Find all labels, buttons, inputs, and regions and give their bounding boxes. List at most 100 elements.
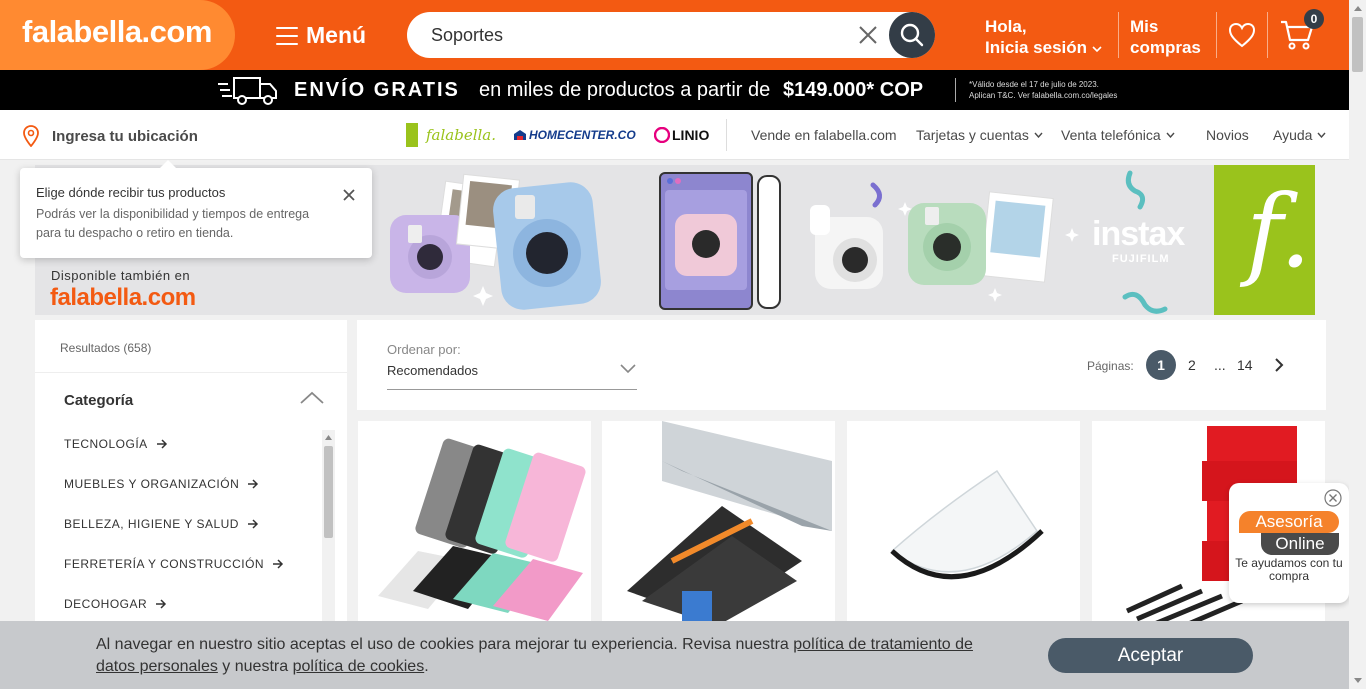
header-divider [1267, 12, 1268, 58]
promo-title: ENVÍO GRATIS [294, 79, 460, 101]
accept-cookies-button[interactable]: Aceptar [1048, 638, 1253, 673]
login-button[interactable]: Hola, Inicia sesión [985, 16, 1102, 58]
login-label: Inicia sesión [985, 37, 1102, 58]
orders-line2: compras [1130, 38, 1201, 57]
filter-divider [35, 372, 347, 373]
category-item[interactable]: FERRETERÍA Y CONSTRUCCIÓN [64, 557, 284, 597]
results-count: Resultados (658) [60, 341, 152, 355]
brand-falabella-label: falabella. [426, 126, 497, 144]
phone-icons-strip [757, 175, 781, 309]
search-bar [407, 12, 935, 58]
falabella-badge: f. [1214, 165, 1315, 315]
page-scrollbar[interactable] [1349, 0, 1366, 689]
arrow-right-icon [156, 599, 167, 609]
subnav-divider [726, 119, 727, 151]
category-list: TECNOLOGÍA MUEBLES Y ORGANIZACIÓN BELLEZ… [64, 437, 284, 637]
brand-linio-label: LINIO [672, 127, 710, 143]
page-1-button[interactable]: 1 [1146, 350, 1176, 380]
chat-title-line1: Asesoría [1239, 511, 1339, 533]
scroll-up-arrow-icon[interactable] [322, 430, 335, 444]
sort-pagination-bar: Ordenar por: Recomendados Páginas: 1 2 .… [357, 320, 1326, 410]
tooltip-title: Elige dónde recibir tus productos [36, 185, 226, 200]
linio-logo-icon [654, 127, 670, 143]
location-selector[interactable]: Ingresa tu ubicación [22, 125, 198, 147]
free-shipping-banner[interactable]: ENVÍO GRATIS en miles de productos a par… [0, 70, 1349, 110]
chevron-up-icon[interactable] [299, 389, 325, 407]
location-label: Ingresa tu ubicación [52, 127, 198, 145]
page-2-button[interactable]: 2 [1188, 357, 1196, 373]
brand-linio-link[interactable]: LINIO [654, 110, 709, 160]
chevron-down-icon [620, 364, 636, 374]
arrow-right-icon [247, 519, 259, 529]
chat-subtitle: Te ayudamos con tu compra [1235, 556, 1343, 583]
logo-container[interactable]: falabella.com [0, 0, 235, 70]
chevron-down-icon [1166, 132, 1175, 138]
falabella-logo[interactable]: falabella.com [22, 14, 212, 50]
cookie-policy-link[interactable]: política de cookies [293, 658, 425, 675]
scroll-up-arrow-icon[interactable] [1349, 0, 1366, 17]
nav-phone-sales-link[interactable]: Venta telefónica [1061, 110, 1175, 160]
location-pin-icon [23, 125, 39, 147]
scroll-down-arrow-icon[interactable] [1349, 672, 1366, 689]
chat-title-line2: Online [1261, 533, 1339, 555]
promo-divider [955, 78, 956, 102]
page-14-button[interactable]: 14 [1237, 357, 1253, 373]
close-icon[interactable] [340, 186, 358, 204]
brand-falabella-link[interactable]: falabella. [406, 110, 496, 160]
online-assistance-widget[interactable]: Asesoría Online Te ayudamos con tu compr… [1229, 483, 1349, 603]
cart-count-badge: 0 [1304, 9, 1324, 29]
top-header: falabella.com Menú Hola, Inicia sesión M… [0, 0, 1349, 70]
chevron-down-icon [1092, 46, 1102, 53]
homecenter-house-icon [514, 130, 526, 140]
pages-label: Páginas: [1087, 359, 1134, 373]
search-input[interactable] [431, 12, 851, 58]
brand-homecenter-link[interactable]: HOMECENTER.CO [513, 110, 636, 160]
nav-help-link[interactable]: Ayuda [1273, 110, 1326, 160]
banner-falabella-logo: falabella.com [50, 284, 196, 311]
category-scroll-thumb[interactable] [324, 446, 333, 538]
wishlist-heart-icon[interactable] [1228, 22, 1256, 48]
header-divider [1118, 12, 1119, 58]
category-item[interactable]: TECNOLOGÍA [64, 437, 284, 477]
cookie-message: Al navegar en nuestro sitio aceptas el u… [96, 636, 973, 675]
instax-logo: instax [1092, 215, 1185, 253]
sort-dropdown[interactable]: Recomendados [387, 360, 637, 390]
nav-cards-link[interactable]: Tarjetas y cuentas [916, 110, 1043, 160]
pages-ellipsis: ... [1214, 357, 1226, 373]
location-tooltip: Elige dónde recibir tus productos Podrás… [20, 160, 372, 258]
chevron-down-icon [1034, 132, 1043, 138]
page-scroll-thumb[interactable] [1352, 17, 1363, 72]
promo-legal: *Válido desde el 17 de julio de 2023. Ap… [969, 80, 1118, 100]
search-button[interactable] [889, 12, 935, 58]
category-item[interactable]: BELLEZA, HIGIENE Y SALUD [64, 517, 284, 557]
secondary-nav: Ingresa tu ubicación falabella. HOMECENT… [0, 110, 1349, 160]
nav-sell-link[interactable]: Vende en falabella.com [751, 110, 897, 160]
cookie-consent-bar: Al navegar en nuestro sitio aceptas el u… [0, 621, 1349, 689]
menu-button[interactable]: Menú [276, 22, 366, 49]
falabella-mark-icon [406, 123, 418, 147]
header-divider [1216, 12, 1217, 58]
sort-value: Recomendados [387, 363, 479, 378]
promo-text: en miles de productos a partir de [479, 79, 771, 101]
close-circle-icon[interactable] [1324, 489, 1342, 507]
search-icon [900, 23, 924, 47]
phone-mockup [659, 172, 753, 310]
category-item[interactable]: MUEBLES Y ORGANIZACIÓN [64, 477, 284, 517]
banner-available-text: Disponible también en [51, 268, 191, 283]
category-title: Categoría [64, 392, 134, 409]
promo-price: $149.000* COP [783, 79, 924, 101]
orders-line1: Mis [1130, 17, 1159, 36]
chevron-right-icon[interactable] [1272, 357, 1286, 373]
arrow-right-icon [248, 479, 259, 489]
menu-label: Menú [306, 22, 367, 48]
delivery-truck-icon [218, 77, 277, 105]
tooltip-body: Podrás ver la disponibilidad y tiempos d… [36, 207, 310, 240]
tooltip-arrow [160, 160, 176, 168]
login-greeting: Hola, [985, 17, 1027, 36]
my-orders-button[interactable]: Mis compras [1130, 16, 1201, 58]
fujifilm-logo: FUJIFILM [1112, 253, 1170, 265]
nav-wedding-link[interactable]: Novios [1206, 110, 1249, 160]
arrow-right-icon [156, 439, 167, 449]
sort-label: Ordenar por: [387, 342, 461, 357]
clear-search-icon[interactable] [856, 23, 880, 47]
